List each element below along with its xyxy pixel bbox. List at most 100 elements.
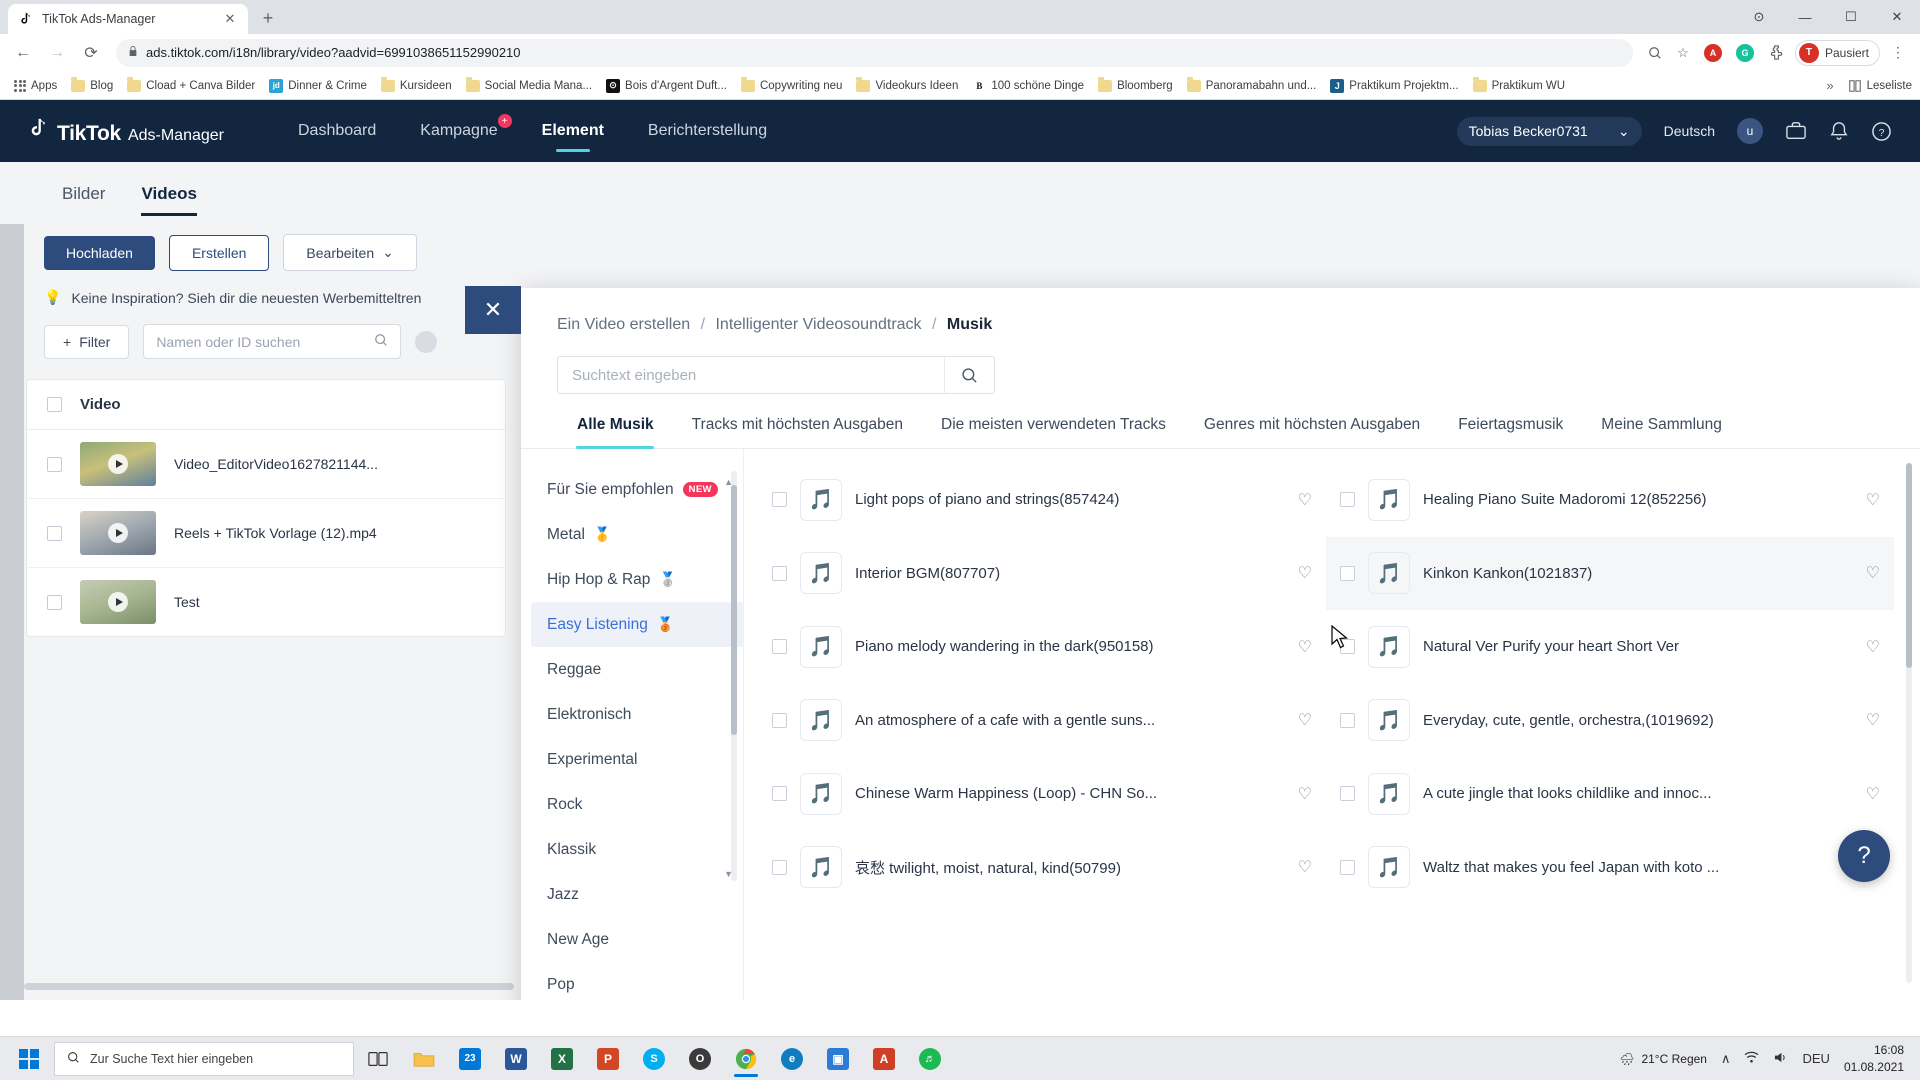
favorite-heart-icon[interactable]: ♡ xyxy=(1298,563,1312,583)
favorite-heart-icon[interactable]: ♡ xyxy=(1298,637,1312,657)
favorite-heart-icon[interactable]: ♡ xyxy=(1866,637,1880,657)
forward-icon[interactable]: → xyxy=(42,38,72,68)
tab-videos[interactable]: Videos xyxy=(123,184,214,216)
track-item[interactable]: 🎵 An atmosphere of a cafe with a gentle … xyxy=(758,684,1326,758)
weather-widget[interactable]: 🌧 21°C Regen xyxy=(1619,1052,1707,1066)
nav-item-kampagne[interactable]: Kampagne + xyxy=(398,100,519,162)
row-checkbox[interactable] xyxy=(47,525,62,541)
create-button[interactable]: Erstellen xyxy=(168,234,270,271)
genre-item-hip-hop-rap[interactable]: Hip Hop & Rap 🥈 xyxy=(531,557,743,602)
bookmarks-overflow-icon[interactable]: » xyxy=(1822,78,1837,93)
start-button[interactable] xyxy=(6,1039,52,1079)
skype-icon[interactable]: S xyxy=(632,1039,676,1079)
taskbar-search-input[interactable]: Zur Suche Text hier eingeben xyxy=(54,1041,354,1076)
track-list-scrollbar[interactable] xyxy=(1906,463,1912,983)
genre-item-experimental[interactable]: Experimental xyxy=(531,737,743,782)
search-input[interactable] xyxy=(558,357,944,393)
track-checkbox[interactable] xyxy=(1340,712,1355,728)
bookmark-bois-dargent[interactable]: ⊙ Bois d'Argent Duft... xyxy=(600,76,733,96)
opera-icon[interactable]: O xyxy=(678,1039,722,1079)
refresh-button[interactable] xyxy=(415,330,438,353)
track-checkbox[interactable] xyxy=(772,492,787,508)
bookmark-videokurs[interactable]: Videokurs Ideen xyxy=(850,76,964,95)
wifi-icon[interactable] xyxy=(1744,1051,1759,1067)
track-item[interactable]: 🎵 Healing Piano Suite Madoromi 12(852256… xyxy=(1326,463,1894,537)
browser-tab[interactable]: TikTok Ads-Manager ✕ xyxy=(8,4,248,34)
favorite-heart-icon[interactable]: ♡ xyxy=(1298,784,1312,804)
keyboard-layout[interactable]: DEU xyxy=(1802,1051,1829,1066)
bookmark-dinner-crime[interactable]: jd Dinner & Crime xyxy=(263,76,373,96)
favorite-heart-icon[interactable]: ♡ xyxy=(1866,563,1880,583)
account-selector[interactable]: Tobias Becker0731 ⌄ xyxy=(1456,116,1642,146)
track-item[interactable]: 🎵 Interior BGM(807707) ♡ xyxy=(758,537,1326,611)
filter-button[interactable]: + Filter xyxy=(44,324,130,359)
track-checkbox[interactable] xyxy=(772,786,787,802)
photos-icon[interactable]: ▣ xyxy=(816,1039,860,1079)
favorite-heart-icon[interactable]: ♡ xyxy=(1866,710,1880,730)
favorite-heart-icon[interactable]: ♡ xyxy=(1866,784,1880,804)
tab-meine-sammlung[interactable]: Meine Sammlung xyxy=(1582,416,1741,448)
edge-icon[interactable]: e xyxy=(770,1039,814,1079)
track-checkbox[interactable] xyxy=(1340,859,1355,875)
briefcase-icon[interactable] xyxy=(1785,121,1807,141)
minimize-button[interactable]: — xyxy=(1782,0,1828,34)
scroll-down-icon[interactable]: ▼ xyxy=(724,869,733,879)
select-all-checkbox[interactable] xyxy=(47,397,62,412)
tab-genres-hoechste-ausgaben[interactable]: Genres mit höchsten Ausgaben xyxy=(1185,416,1439,448)
track-item[interactable]: 🎵 Light pops of piano and strings(857424… xyxy=(758,463,1326,537)
row-checkbox[interactable] xyxy=(47,456,62,472)
track-item[interactable]: 🎵 Piano melody wandering in the dark(950… xyxy=(758,610,1326,684)
search-icon[interactable] xyxy=(374,333,388,350)
genre-item-elektronisch[interactable]: Elektronisch xyxy=(531,692,743,737)
tab-feiertagsmusik[interactable]: Feiertagsmusik xyxy=(1439,416,1582,448)
track-checkbox[interactable] xyxy=(772,565,787,581)
genre-item-klassik[interactable]: Klassik xyxy=(531,827,743,872)
mail-icon[interactable]: 23 xyxy=(448,1039,492,1079)
track-checkbox[interactable] xyxy=(772,639,787,655)
genre-item-easy-listening[interactable]: Easy Listening 🥉 xyxy=(531,602,743,647)
bookmark-star-icon[interactable]: ☆ xyxy=(1671,41,1695,65)
chevron-up-icon[interactable]: ∧ xyxy=(1721,1051,1731,1067)
upload-button[interactable]: Hochladen xyxy=(44,235,155,270)
track-item[interactable]: 🎵 Everyday, cute, gentle, orchestra,(101… xyxy=(1326,684,1894,758)
maximize-button[interactable]: ☐ xyxy=(1828,0,1874,34)
back-icon[interactable]: ← xyxy=(8,38,38,68)
track-checkbox[interactable] xyxy=(1340,786,1355,802)
address-bar[interactable]: ads.tiktok.com/i18n/library/video?aadvid… xyxy=(116,38,1633,67)
new-tab-button[interactable]: + xyxy=(254,4,282,32)
row-checkbox[interactable] xyxy=(47,594,62,610)
language-selector[interactable]: Deutsch xyxy=(1664,123,1715,139)
clock[interactable]: 16:08 01.08.2021 xyxy=(1844,1042,1904,1074)
tab-meist-verwendete-tracks[interactable]: Die meisten verwendeten Tracks xyxy=(922,416,1185,448)
track-item[interactable]: 🎵 Waltz that makes you feel Japan with k… xyxy=(1326,831,1894,905)
track-item[interactable]: 🎵 哀愁 twilight, moist, natural, kind(5079… xyxy=(758,831,1326,905)
nav-item-dashboard[interactable]: Dashboard xyxy=(276,100,398,162)
track-item[interactable]: 🎵 Kinkon Kankon(1021837) ♡ xyxy=(1326,536,1894,610)
track-checkbox[interactable] xyxy=(772,859,787,875)
excel-icon[interactable]: X xyxy=(540,1039,584,1079)
favorite-heart-icon[interactable]: ♡ xyxy=(1298,490,1312,510)
bookmark-praktikum-wu[interactable]: Praktikum WU xyxy=(1467,76,1571,95)
tiktok-ads-logo[interactable]: TikTok Ads-Manager xyxy=(28,116,224,146)
bookmark-apps[interactable]: Apps xyxy=(8,77,63,95)
table-row[interactable]: Test xyxy=(27,568,505,636)
task-view-icon[interactable] xyxy=(356,1039,400,1079)
table-row[interactable]: Reels + TikTok Vorlage (12).mp4 xyxy=(27,499,505,568)
breadcrumb-item-2[interactable]: Intelligenter Videosoundtrack xyxy=(715,316,921,333)
genre-item-jazz[interactable]: Jazz xyxy=(531,872,743,917)
horizontal-scrollbar[interactable] xyxy=(24,983,514,990)
scrollbar-thumb[interactable] xyxy=(731,485,737,735)
help-circle-icon[interactable]: ? xyxy=(1871,121,1892,142)
bookmark-100-schoene-dinge[interactable]: B 100 schöne Dinge xyxy=(966,76,1090,96)
bookmark-copywriting[interactable]: Copywriting neu xyxy=(735,76,848,95)
puzzle-extension-icon[interactable] xyxy=(1763,39,1791,67)
volume-icon[interactable] xyxy=(1773,1051,1788,1067)
grammarly-extension-icon[interactable]: G xyxy=(1731,39,1759,67)
powerpoint-icon[interactable]: P xyxy=(586,1039,630,1079)
bell-icon[interactable] xyxy=(1829,121,1849,142)
bookmark-bloomberg[interactable]: Bloomberg xyxy=(1092,76,1179,95)
adblock-extension-icon[interactable]: A xyxy=(1699,39,1727,67)
track-checkbox[interactable] xyxy=(772,712,787,728)
breadcrumb-item-1[interactable]: Ein Video erstellen xyxy=(557,316,690,333)
scrollbar-thumb[interactable] xyxy=(1906,463,1912,668)
